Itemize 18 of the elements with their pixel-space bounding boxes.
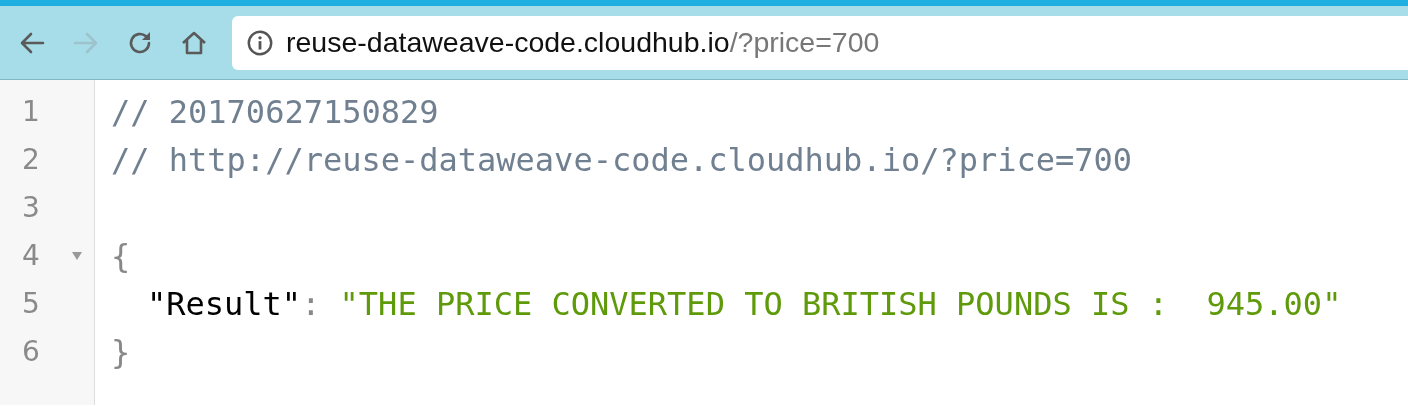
- info-icon: [246, 28, 274, 57]
- line-number: 6: [21, 334, 41, 370]
- punctuation: }: [111, 332, 131, 373]
- url-host: reuse-dataweave-code.cloudhub.io: [286, 25, 730, 61]
- code-comment: // 20170627150829: [111, 92, 439, 133]
- punctuation: :: [301, 284, 321, 325]
- fold-toggle-icon[interactable]: [70, 250, 84, 262]
- punctuation: {: [111, 236, 131, 277]
- json-key: "Result": [147, 280, 302, 328]
- url-path: /?price=700: [729, 25, 880, 61]
- line-number: 3: [21, 190, 41, 226]
- line-number: 1: [21, 94, 41, 130]
- line-number: 4: [21, 238, 41, 274]
- line-number: 5: [21, 286, 41, 322]
- code-comment: // http://reuse-dataweave-code.cloudhub.io/?price=700: [111, 140, 1133, 181]
- line-number: 2: [21, 142, 41, 178]
- address-field[interactable]: reuse-dataweave-code.cloudhub.io/?price=700: [232, 15, 1408, 70]
- json-string: "THE PRICE CONVERTED TO BRITISH POUNDS IS : 945.00": [339, 284, 1342, 325]
